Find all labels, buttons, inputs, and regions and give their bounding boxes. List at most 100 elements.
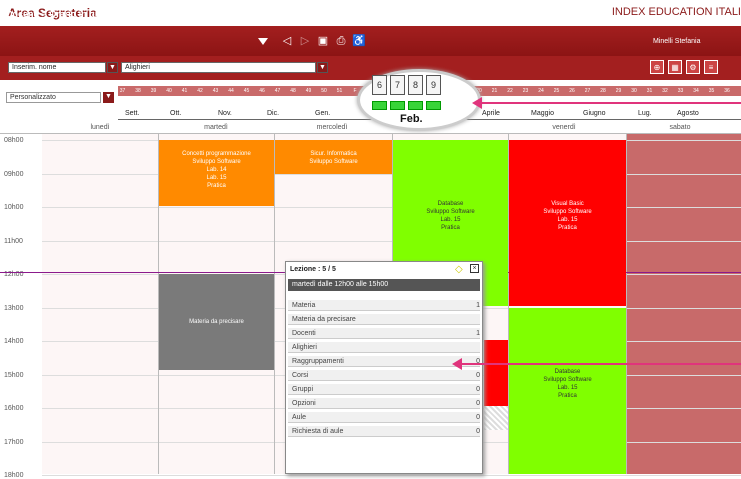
month-label[interactable]: Ott. <box>170 110 181 117</box>
popup-row[interactable]: Materia da precisare <box>288 314 480 325</box>
hour-label: 11h00 <box>4 237 23 245</box>
week-number[interactable]: 33 <box>677 87 684 95</box>
month-label[interactable]: Dic. <box>267 110 279 117</box>
lesson-course: Sviluppo Software <box>543 209 592 215</box>
week-number[interactable]: 35 <box>708 87 715 95</box>
view-select[interactable]: Personalizzato <box>6 92 101 103</box>
grid-icon[interactable]: ▦ <box>668 60 682 74</box>
popup-row-label: Materia da precisare <box>292 316 356 323</box>
popup-row[interactable]: Corsi 0 <box>288 370 480 381</box>
popup-row[interactable]: Docenti 1 <box>288 328 480 339</box>
popup-row[interactable]: Richiesta di aule 0 <box>288 426 480 437</box>
week-number[interactable]: 41 <box>181 87 188 95</box>
week-number[interactable]: 50 <box>321 87 328 95</box>
month-label[interactable]: Giugno <box>583 110 606 117</box>
accessibility-icon[interactable]: ♿ <box>352 35 366 47</box>
popup-title: Lezione : 5 / 5 <box>290 266 336 273</box>
week-number[interactable]: 29 <box>615 87 622 95</box>
week-number[interactable]: 46 <box>259 87 266 95</box>
nav-bar <box>0 26 741 56</box>
week-number[interactable]: 40 <box>166 87 173 95</box>
search-mode-select[interactable]: Inserim. nome <box>8 62 106 73</box>
popup-row-value: 0 <box>476 428 480 435</box>
month-label[interactable]: Lug. <box>638 110 652 117</box>
week-number[interactable]: 51 <box>336 87 343 95</box>
lesson-course: Sviluppo Software <box>192 159 241 165</box>
hatched-slot <box>484 406 508 430</box>
week-number[interactable]: 45 <box>243 87 250 95</box>
zoom-week[interactable]: 8 <box>408 75 423 95</box>
hour-label: 17h00 <box>4 438 24 446</box>
week-number[interactable]: 47 <box>274 87 281 95</box>
back-arrow-icon[interactable]: ◁ <box>280 35 294 47</box>
week-number[interactable]: 23 <box>522 87 529 95</box>
lesson-block-partial[interactable] <box>484 340 508 406</box>
month-label[interactable]: Gen. <box>315 110 330 117</box>
month-label[interactable]: Nov. <box>218 110 232 117</box>
pin-icon[interactable]: ◇ <box>455 264 463 275</box>
week-number[interactable]: 38 <box>135 87 142 95</box>
arrow-head-icon <box>452 358 462 370</box>
popup-row[interactable]: Materia 1 <box>288 300 480 311</box>
settings-icon[interactable]: ⚙ <box>686 60 700 74</box>
lesson-block-selected[interactable]: Materia da precisare <box>159 274 274 370</box>
forward-arrow-icon[interactable]: ▷ <box>298 35 312 47</box>
close-icon[interactable]: × <box>470 264 479 273</box>
hour-label: 09h00 <box>4 170 24 178</box>
month-label[interactable]: Sett. <box>125 110 139 117</box>
popup-row-label: Gruppi <box>292 386 314 393</box>
day-column[interactable] <box>42 134 158 474</box>
month-label[interactable]: Maggio <box>531 110 554 117</box>
week-number[interactable]: 39 <box>150 87 157 95</box>
week-number[interactable]: 24 <box>538 87 545 95</box>
week-number[interactable]: 25 <box>553 87 560 95</box>
lesson-title: Database <box>437 201 464 207</box>
week-number[interactable]: 43 <box>212 87 219 95</box>
zoom-week[interactable]: 6 <box>372 75 387 95</box>
teacher-select[interactable]: Alighieri <box>121 62 316 73</box>
popup-row-value: 0 <box>476 386 480 393</box>
week-number[interactable]: 42 <box>197 87 204 95</box>
week-number[interactable]: 37 <box>119 87 126 95</box>
week-number[interactable]: 26 <box>569 87 576 95</box>
lesson-block[interactable]: Visual Basic Sviluppo Software Lab. 15 P… <box>509 140 626 306</box>
callout-arrow <box>478 102 741 104</box>
nav-breadcrumb[interactable]: Docenti > Orario in griglia <box>6 9 116 19</box>
week-number[interactable]: 44 <box>228 87 235 95</box>
search-mode-dropdown[interactable]: ▼ <box>107 62 118 73</box>
popup-row[interactable]: Alighieri <box>288 342 480 353</box>
popup-row-value: 1 <box>476 330 480 337</box>
week-number[interactable]: 48 <box>290 87 297 95</box>
week-number[interactable]: 36 <box>724 87 731 95</box>
week-number[interactable]: 49 <box>305 87 312 95</box>
print-icon[interactable]: ⎙ <box>334 35 348 47</box>
lesson-course: Sviluppo Software <box>309 159 358 165</box>
week-number[interactable]: 21 <box>491 87 498 95</box>
zoom-icon[interactable]: ⊕ <box>650 60 664 74</box>
teacher-dropdown[interactable]: ▼ <box>317 62 328 73</box>
week-number[interactable]: 22 <box>507 87 514 95</box>
popup-row[interactable]: Gruppi 0 <box>288 384 480 395</box>
week-number[interactable]: 27 <box>584 87 591 95</box>
month-label[interactable]: Agosto <box>677 110 699 117</box>
lesson-block[interactable]: Sicur. Informatica Sviluppo Software <box>275 140 392 174</box>
zoom-week[interactable]: 7 <box>390 75 405 95</box>
view-dropdown[interactable]: ▼ <box>103 92 114 103</box>
month-label[interactable]: Aprile <box>482 110 500 117</box>
week-number[interactable]: 30 <box>631 87 638 95</box>
lesson-block[interactable]: Concetti programmazione Sviluppo Softwar… <box>159 140 274 206</box>
save-icon[interactable]: ▣ <box>316 35 330 47</box>
zoom-week[interactable]: 9 <box>426 75 441 95</box>
list-icon[interactable]: ≡ <box>704 60 718 74</box>
week-number[interactable]: 31 <box>646 87 653 95</box>
lesson-title: Sicur. Informatica <box>310 151 357 157</box>
popup-row[interactable]: Opzioni 0 <box>288 398 480 409</box>
week-number[interactable]: 34 <box>693 87 700 95</box>
popup-row[interactable]: Aule 0 <box>288 412 480 423</box>
lesson-title: Database <box>554 369 581 375</box>
divider <box>626 134 627 474</box>
week-number[interactable]: 32 <box>662 87 669 95</box>
lesson-course: Sviluppo Software <box>426 209 475 215</box>
week-number[interactable]: 28 <box>600 87 607 95</box>
lesson-block[interactable]: Database Sviluppo Software Lab. 15 Prati… <box>509 308 626 474</box>
